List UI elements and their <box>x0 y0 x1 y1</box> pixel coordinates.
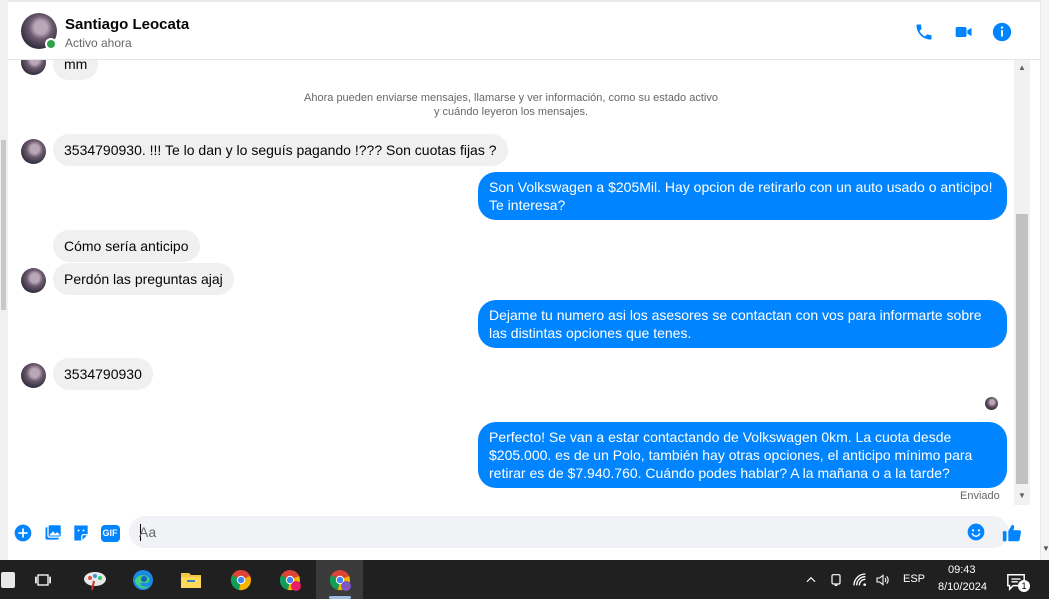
scroll-up-arrow-icon[interactable]: ▲ <box>1018 63 1026 72</box>
sender-avatar[interactable] <box>21 139 46 164</box>
message-bubble-outgoing[interactable]: Dejame tu numero asi los asesores se con… <box>478 300 1007 348</box>
outer-left-scrollbar[interactable] <box>0 0 8 560</box>
windows-taskbar <box>0 560 1049 599</box>
like-icon[interactable] <box>1001 522 1023 544</box>
message-bubble-incoming[interactable]: 3534790930 <box>53 358 153 390</box>
volume-icon[interactable] <box>869 566 897 594</box>
partial-widget-icon[interactable] <box>0 566 22 594</box>
message-list[interactable]: mm Ahora pueden enviarse mensajes, llama… <box>8 60 1014 515</box>
emoji-icon[interactable] <box>965 521 987 543</box>
outer-right-scrollbar[interactable]: ▼ <box>1040 0 1049 560</box>
edge-browser-icon[interactable] <box>129 566 157 594</box>
gif-icon[interactable]: GIF <box>99 522 121 544</box>
message-bubble-incoming[interactable]: Perdón las preguntas ajaj <box>53 263 234 295</box>
gif-label: GIF <box>100 524 120 542</box>
info-icon[interactable] <box>990 20 1014 44</box>
message-bubble-incoming[interactable]: 3534790930. !!! Te lo dan y lo seguís pa… <box>53 134 508 166</box>
plus-icon[interactable] <box>12 522 34 544</box>
messages-scroll-thumb[interactable] <box>1016 214 1028 484</box>
seen-avatar <box>985 397 998 410</box>
clock-time[interactable]: 09:43 <box>948 564 976 576</box>
notification-icon[interactable]: 1 <box>1002 568 1030 596</box>
phone-icon[interactable] <box>912 20 936 44</box>
scroll-down-arrow-icon[interactable]: ▼ <box>1042 544 1049 553</box>
sent-status-label: Enviado <box>960 490 1000 502</box>
language-indicator[interactable]: ESP <box>903 573 925 585</box>
outer-scroll-thumb[interactable] <box>1 140 6 310</box>
scroll-down-arrow-icon[interactable]: ▼ <box>1018 491 1026 500</box>
system-note: Ahora pueden enviarse mensajes, llamarse… <box>208 91 814 119</box>
system-note-line-1: Ahora pueden enviarse mensajes, llamarse… <box>304 92 718 104</box>
paint-app-icon[interactable] <box>81 566 109 594</box>
message-bubble-outgoing[interactable]: Son Volkswagen a $205Mil. Hay opcion de … <box>478 172 1007 220</box>
contact-name[interactable]: Santiago Leocata <box>65 16 189 33</box>
message-input[interactable] <box>139 523 959 541</box>
file-explorer-icon[interactable] <box>177 566 205 594</box>
message-bubble-outgoing[interactable]: Perfecto! Se van a estar contactando de … <box>478 422 1007 488</box>
messages-scrollbar[interactable]: ▲ ▼ <box>1014 60 1030 505</box>
message-input-wrapper[interactable] <box>129 516 1009 548</box>
chevron-up-icon[interactable] <box>797 566 825 594</box>
message-bubble-partial[interactable]: mm <box>53 60 99 80</box>
system-note-line-2: y cuándo leyeron los mensajes. <box>433 106 589 118</box>
online-status-dot <box>45 38 57 50</box>
sticker-icon[interactable] <box>70 522 92 544</box>
chrome-browser-icon[interactable] <box>227 566 255 594</box>
clock-date[interactable]: 8/10/2024 <box>938 581 987 593</box>
chrome-active-profile-icon[interactable] <box>326 566 354 594</box>
sender-avatar[interactable] <box>21 60 46 75</box>
sender-avatar[interactable] <box>21 268 46 293</box>
sender-avatar[interactable] <box>21 363 46 388</box>
message-bubble-incoming[interactable]: Cómo sería anticipo <box>53 230 200 262</box>
screen: ▼ Santiago Leocata Activo ahora mm Ahora… <box>0 0 1049 599</box>
task-view-icon[interactable] <box>29 566 57 594</box>
message-composer: GIF <box>8 515 1040 551</box>
notification-count-badge: 1 <box>1018 580 1030 592</box>
contact-status: Activo ahora <box>65 36 132 50</box>
image-icon[interactable] <box>42 522 64 544</box>
chat-header: Santiago Leocata Activo ahora <box>8 0 1040 60</box>
video-icon[interactable] <box>952 20 976 44</box>
chrome-profile-icon[interactable] <box>276 566 304 594</box>
